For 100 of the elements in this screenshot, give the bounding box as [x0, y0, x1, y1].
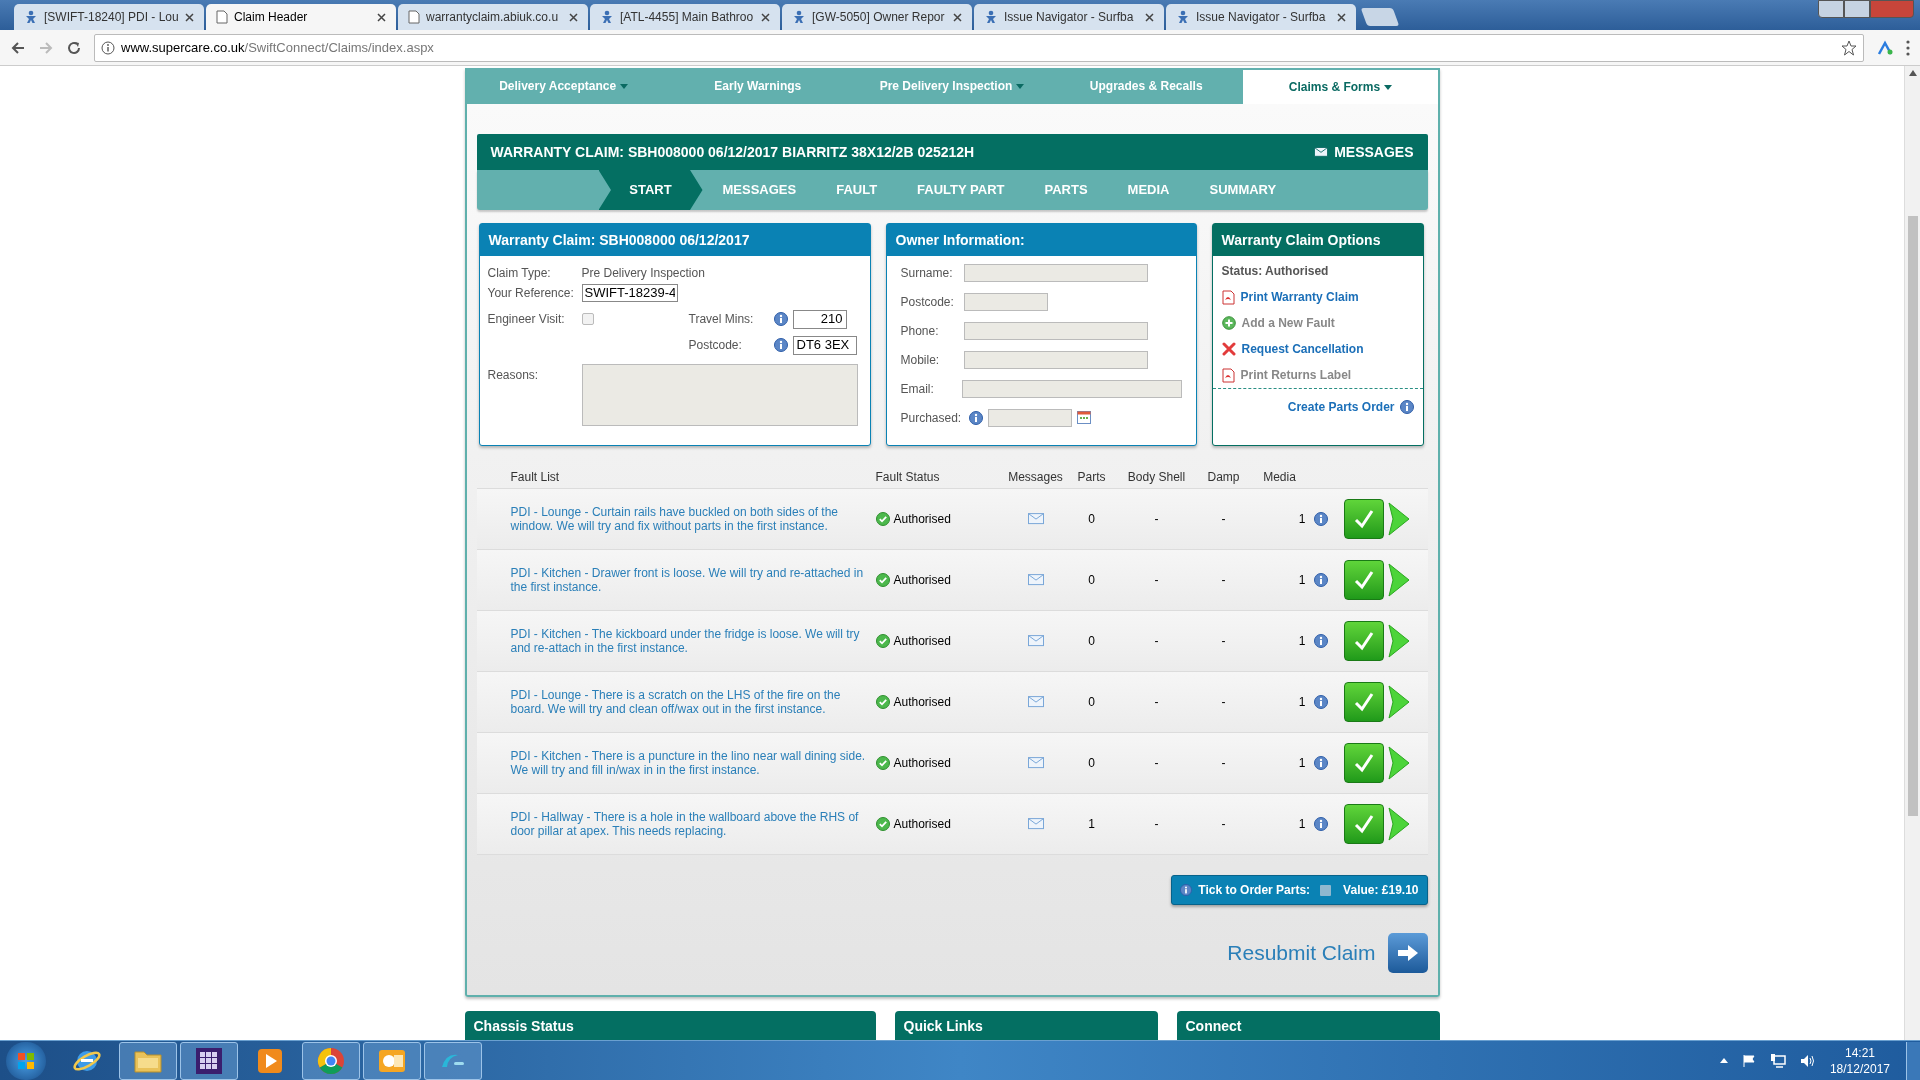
field-label: Surname: [900, 264, 954, 282]
parts-count: 0 [1087, 511, 1096, 528]
reasons-field[interactable] [581, 364, 858, 426]
info-icon [1313, 756, 1328, 770]
taskbar-app[interactable] [302, 1041, 360, 1080]
claim-type-value: Pre Delivery Inspection [581, 265, 705, 282]
close-icon[interactable] [761, 12, 770, 22]
menu-icon[interactable] [1906, 39, 1910, 56]
chevron-icon[interactable] [1386, 745, 1411, 781]
travel-mins-field[interactable]: 210 [792, 309, 847, 329]
check-icon [1352, 813, 1375, 835]
document-icon [1221, 289, 1235, 305]
info-icon [1313, 512, 1328, 526]
messages-button[interactable]: MESSAGES [1314, 141, 1414, 163]
fault-description[interactable]: PDI - Lounge - There is a scratch on the LHS of the fire on the board. We will try and clean off/wax out in the first instance. [510, 688, 876, 716]
browser-tab[interactable]: [SWIFT-18240] PDI - Lou [14, 4, 204, 30]
chevron-icon[interactable] [1386, 684, 1411, 720]
approve-button[interactable] [1343, 804, 1384, 844]
fault-description[interactable]: PDI - Kitchen - There is a puncture in the lino near wall dining side. We will try and fill in/wax in in the first instance. [510, 749, 876, 777]
resubmit-button[interactable] [1387, 933, 1428, 973]
panel-title: Warranty Claim: SBH008000 06/12/2017 [479, 224, 870, 256]
envelope-icon [1027, 696, 1044, 708]
create-parts-order-link[interactable]: Create Parts Order [1287, 398, 1395, 416]
clock-time[interactable]: 14:21 [1844, 1044, 1875, 1061]
browser-tab[interactable]: Issue Navigator - Surfba [974, 4, 1164, 30]
step-tab[interactable]: START [598, 170, 703, 210]
extension-icon[interactable] [1876, 38, 1894, 57]
postcode-field[interactable]: DT6 3EX [792, 335, 857, 355]
chevron-icon[interactable] [1386, 562, 1411, 598]
speaker-icon[interactable] [1799, 1053, 1816, 1068]
text-field[interactable] [963, 292, 1048, 311]
info-icon [1313, 695, 1328, 709]
order-parts-checkbox[interactable] [1320, 884, 1332, 896]
address-bar[interactable]: www.supercare.co.uk/SwiftConnect/Claims/index.aspx [94, 33, 1864, 62]
tab-title: Issue Navigator - Surfba [1004, 9, 1135, 26]
browser-tab[interactable]: [GW-5050] Owner Repor [782, 4, 972, 30]
text-field[interactable] [963, 350, 1148, 369]
caret-up-icon[interactable] [1719, 1058, 1728, 1063]
browser-tab[interactable]: Claim Header [206, 4, 396, 30]
envelope-icon [1314, 147, 1329, 157]
reload-icon[interactable] [66, 39, 82, 56]
approve-button[interactable] [1343, 560, 1384, 600]
maximize-button[interactable] [1844, 0, 1870, 18]
info-icon [1399, 400, 1414, 414]
info-icon [1313, 634, 1328, 648]
back-icon[interactable] [10, 39, 26, 56]
approve-button[interactable] [1343, 743, 1384, 783]
chevron-icon[interactable] [1386, 806, 1411, 842]
status-text: Status: Authorised [1221, 263, 1330, 280]
parts-value: Value: £19.10 [1343, 882, 1419, 899]
scrollbar[interactable] [1904, 66, 1920, 1040]
close-icon[interactable] [1145, 12, 1154, 22]
minimize-button[interactable] [1818, 0, 1844, 18]
text-field[interactable] [963, 263, 1148, 282]
scroll-up-icon[interactable] [1908, 70, 1917, 76]
close-icon[interactable] [377, 12, 386, 22]
info-icon[interactable] [101, 40, 115, 55]
fault-description[interactable]: PDI - Kitchen - The kickboard under the fridge is loose. We will try and re-attach in the first instance. [510, 627, 876, 655]
approve-button[interactable] [1343, 621, 1384, 661]
resubmit-link[interactable]: Resubmit Claim [1227, 937, 1376, 969]
text-field[interactable] [962, 379, 1182, 398]
taskbar-app[interactable] [180, 1041, 238, 1080]
taskbar-app[interactable] [119, 1041, 177, 1080]
browser-tab[interactable]: warrantyclaim.abiuk.co.u [398, 4, 588, 30]
fault-description[interactable]: PDI - Hallway - There is a hole in the wallboard above the RHS of door pillar at apex. This needs replacing. [510, 810, 876, 838]
chevron-icon[interactable] [1386, 501, 1411, 537]
figure-icon [1176, 10, 1190, 24]
body-shell-value: - [1153, 694, 1160, 711]
close-icon[interactable] [953, 12, 962, 22]
start-button[interactable] [6, 1041, 46, 1080]
network-icon[interactable] [1769, 1053, 1786, 1068]
fault-description[interactable]: PDI - Lounge - Curtain rails have buckled on both sides of the window. We will try and fix without parts in the first instance. [510, 505, 876, 533]
fault-description[interactable]: PDI - Kitchen - Drawer front is loose. We will try and re-attached in the first instance. [510, 566, 876, 594]
taskbar-app[interactable] [363, 1041, 421, 1080]
field-label: Postcode: [688, 337, 743, 354]
new-tab-button[interactable] [1360, 8, 1400, 26]
star-icon[interactable] [1841, 39, 1857, 56]
close-icon[interactable] [185, 12, 194, 22]
tab-title: Claim Header [234, 9, 309, 26]
flag-icon[interactable] [1741, 1053, 1756, 1068]
option-link[interactable]: Print Warranty Claim [1221, 288, 1414, 306]
close-icon[interactable] [569, 12, 578, 22]
close-icon[interactable] [1337, 12, 1346, 22]
nav-tab[interactable]: Claims & Forms [1243, 70, 1438, 104]
engineer-visit-checkbox[interactable] [581, 313, 594, 325]
calendar-icon[interactable] [1076, 411, 1091, 424]
check-circle-icon [875, 756, 890, 770]
browser-tab[interactable]: [ATL-4455] Main Bathroo [590, 4, 780, 30]
chevron-icon[interactable] [1386, 623, 1411, 659]
approve-button[interactable] [1343, 499, 1384, 539]
show-desktop-button[interactable] [1906, 1041, 1920, 1080]
date-field[interactable] [987, 408, 1072, 427]
text-field[interactable] [963, 321, 1148, 340]
browser-tab[interactable]: Issue Navigator - Surfba [1166, 4, 1356, 30]
scrollbar-thumb[interactable] [1907, 216, 1918, 816]
approve-button[interactable] [1343, 682, 1384, 722]
clock-date[interactable]: 18/12/2017 [1829, 1060, 1890, 1077]
figure-icon [792, 10, 806, 24]
option-link[interactable]: Request Cancellation [1221, 340, 1414, 358]
column-header: Media [1262, 469, 1297, 486]
